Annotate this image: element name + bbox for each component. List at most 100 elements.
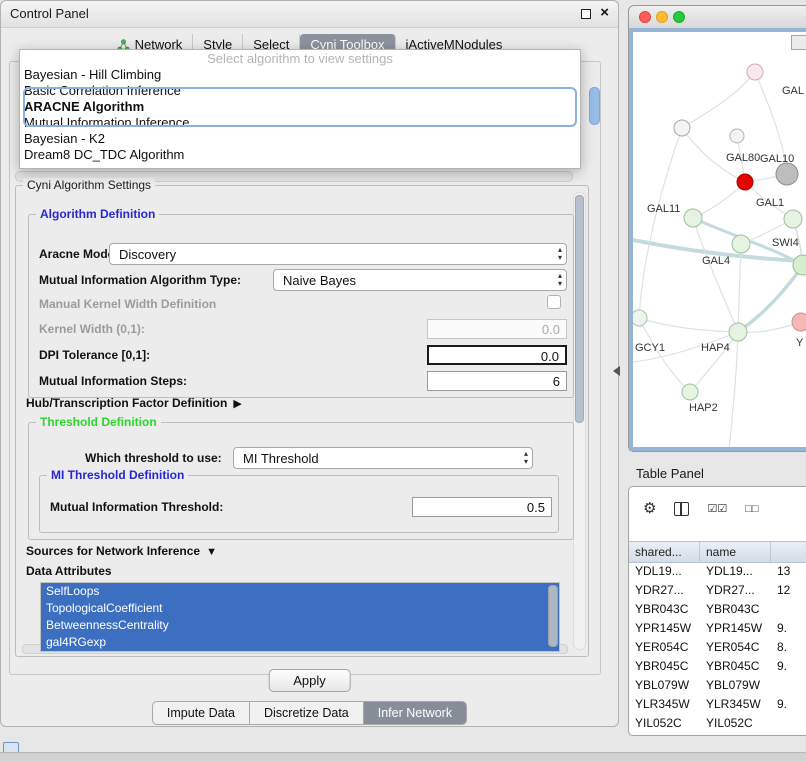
network-node[interactable] xyxy=(732,235,750,253)
network-edge[interactable] xyxy=(729,332,738,449)
table-row[interactable]: YIL052CYIL052C xyxy=(629,714,806,733)
desktop: Control Panel × NetworkStyleSelectCyni T… xyxy=(0,0,806,762)
tab-impute-data[interactable]: Impute Data xyxy=(152,701,250,725)
network-window-titlebar[interactable] xyxy=(629,6,806,29)
network-node[interactable] xyxy=(729,323,747,341)
dpi-tolerance-label: DPI Tolerance [0,1]: xyxy=(39,348,150,362)
close-icon[interactable]: × xyxy=(600,4,609,21)
table-cell: YIL052C xyxy=(700,714,771,733)
table-header: shared...name xyxy=(629,541,806,563)
algorithm-option-bayesian-hill-climbing[interactable]: Bayesian - Hill Climbing xyxy=(20,67,580,83)
network-edge[interactable] xyxy=(639,318,690,392)
network-window: GALGAL80GAL10GAL11GAL1SWI4GAL4GCY1HAP4YH… xyxy=(628,5,806,452)
apply-button[interactable]: Apply xyxy=(268,669,351,692)
network-overview-box[interactable] xyxy=(791,35,806,50)
table-cell: YDR27... xyxy=(700,581,771,600)
network-node-label: HAP2 xyxy=(689,402,718,414)
column-header-name[interactable]: name xyxy=(700,542,771,562)
mi-steps-field[interactable]: 6 xyxy=(427,371,567,391)
mi-algorithm-type-label: Mutual Information Algorithm Type: xyxy=(39,273,241,287)
network-node[interactable] xyxy=(674,120,690,136)
algorithm-option-dream8-dc-tdc-algorithm[interactable]: Dream8 DC_TDC Algorithm xyxy=(20,147,580,163)
network-edge[interactable] xyxy=(639,318,738,332)
table-row[interactable]: YER054CYER054C8. xyxy=(629,638,806,657)
attribute-item-topologicalcoefficient[interactable]: TopologicalCoefficient xyxy=(41,600,559,617)
table-row[interactable]: YBR045CYBR045C9. xyxy=(629,657,806,676)
network-node[interactable] xyxy=(682,384,698,400)
table-panel-window: ⚙ ☑☑ □□ shared...name YDL19...YDL19...13YD… xyxy=(628,486,806,736)
table-cell: YBL079W xyxy=(629,676,700,695)
hub-transcription-factor-toggle[interactable]: Hub/Transcription Factor Definition▶ xyxy=(26,394,242,412)
hide-columns-icon[interactable]: □□ xyxy=(745,501,758,517)
table-cell: YLR345W xyxy=(700,695,771,714)
algorithm-option-basic-correlation-inference[interactable]: Basic Correlation Inference xyxy=(20,83,580,99)
table-row[interactable]: YPR145WYPR145W9. xyxy=(629,619,806,638)
popup-placeholder: Select algorithm to view settings xyxy=(20,50,580,67)
minimize-button[interactable] xyxy=(656,11,668,23)
columns-icon[interactable] xyxy=(674,502,689,516)
sources-toggle[interactable]: Sources for Network Inference▼ xyxy=(26,542,217,560)
bottom-tab-bar: Impute DataDiscretize DataInfer Network xyxy=(1,701,618,725)
network-node[interactable] xyxy=(747,64,763,80)
mi-threshold-group-title: MI Threshold Definition xyxy=(47,468,188,482)
network-canvas[interactable]: GALGAL80GAL10GAL11GAL1SWI4GAL4GCY1HAP4YH… xyxy=(629,28,806,451)
network-node[interactable] xyxy=(776,163,798,185)
algorithm-option-mutual-information-inference[interactable]: Mutual Information Inference xyxy=(20,115,580,131)
attribute-item-gal4rgexp[interactable]: gal4RGexp xyxy=(41,634,559,651)
column-header-shared[interactable]: shared... xyxy=(629,542,700,562)
threshold-definition-group: Threshold Definition Which threshold to … xyxy=(28,422,574,540)
algorithm-dropdown-popup: Select algorithm to view settings Bayesi… xyxy=(19,49,581,169)
table-row[interactable]: YBL079WYBL079W xyxy=(629,676,806,695)
mi-threshold-field[interactable]: 0.5 xyxy=(412,497,552,517)
network-edge[interactable] xyxy=(639,128,682,318)
attribute-item-betweennesscentrality[interactable]: BetweennessCentrality xyxy=(41,617,559,634)
table-row[interactable]: YDL19...YDL19...13 xyxy=(629,562,806,581)
network-node[interactable] xyxy=(737,174,753,190)
manual-kernel-width-checkbox[interactable] xyxy=(547,295,561,309)
split-pane-collapse-icon[interactable] xyxy=(613,366,620,376)
combo-arrows-icon: ▴▾ xyxy=(558,272,562,288)
which-threshold-select[interactable]: MI Threshold ▴▾ xyxy=(233,447,533,469)
zoom-button[interactable] xyxy=(673,11,685,23)
float-window-icon[interactable] xyxy=(581,9,591,19)
algorithm-option-list: Bayesian - Hill ClimbingBasic Correlatio… xyxy=(20,67,580,163)
table-row[interactable]: YBR043CYBR043C xyxy=(629,600,806,619)
table-row[interactable]: YLR345WYLR345W9. xyxy=(629,695,806,714)
show-selected-columns-icon[interactable]: ☑☑ xyxy=(707,501,727,517)
kernel-width-field[interactable]: 0.0 xyxy=(427,319,567,339)
network-node[interactable] xyxy=(784,210,802,228)
data-attributes-list[interactable]: SelfLoopsTopologicalCoefficientBetweenne… xyxy=(40,582,560,652)
settings-scrollbar-track[interactable] xyxy=(573,192,586,650)
network-node[interactable] xyxy=(730,129,744,143)
table-cell: YDR27... xyxy=(629,581,700,600)
algorithm-option-aracne-algorithm[interactable]: ARACNE Algorithm xyxy=(20,99,580,115)
which-threshold-value: MI Threshold xyxy=(243,451,319,466)
algorithm-option-bayesian-k2[interactable]: Bayesian - K2 xyxy=(20,131,580,147)
network-node[interactable] xyxy=(793,255,806,275)
list-scrollbar-thumb[interactable] xyxy=(548,585,558,647)
aracne-mode-select[interactable]: Discovery ▴▾ xyxy=(109,243,567,265)
tab-infer-network[interactable]: Infer Network xyxy=(364,701,467,725)
column-header-col-2[interactable] xyxy=(771,542,806,562)
kernel-width-label: Kernel Width (0,1): xyxy=(39,322,145,336)
network-edge[interactable] xyxy=(682,72,755,128)
mi-algorithm-type-value: Naive Bayes xyxy=(283,273,356,288)
attribute-item-selfloops[interactable]: SelfLoops xyxy=(41,583,559,600)
vertical-scrollbar-thumb[interactable] xyxy=(589,87,600,125)
network-node[interactable] xyxy=(633,310,647,326)
mi-algorithm-type-select[interactable]: Naive Bayes ▴▾ xyxy=(273,269,567,291)
network-node[interactable] xyxy=(792,313,806,331)
table-row[interactable]: YDR27...YDR27...12 xyxy=(629,581,806,600)
network-node[interactable] xyxy=(684,209,702,227)
table-cell: YDL19... xyxy=(629,562,700,581)
network-graph: GALGAL80GAL10GAL11GAL1SWI4GAL4GCY1HAP4YH… xyxy=(633,32,806,449)
control-panel-titlebar[interactable]: Control Panel × xyxy=(1,1,618,28)
close-button[interactable] xyxy=(639,11,651,23)
tab-discretize-data[interactable]: Discretize Data xyxy=(250,701,364,725)
table-cell: 8. xyxy=(771,638,806,657)
table-cell: YER054C xyxy=(629,638,700,657)
dpi-tolerance-field[interactable]: 0.0 xyxy=(427,345,567,365)
settings-scrollbar-thumb[interactable] xyxy=(575,195,584,423)
network-node-label: SWI4 xyxy=(772,237,799,249)
gear-icon[interactable]: ⚙ xyxy=(643,501,656,517)
